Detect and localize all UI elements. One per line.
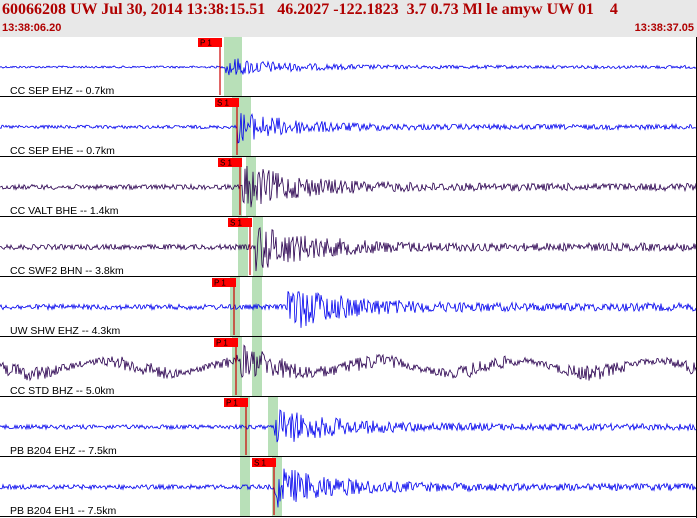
trace-row[interactable]: P 1 UW SHW EHZ -- 4.3km bbox=[0, 277, 697, 337]
waveform bbox=[0, 58, 697, 76]
waveform bbox=[0, 409, 697, 443]
trace-row[interactable]: P 1 PB B204 EHZ -- 7.5km bbox=[0, 397, 697, 457]
waveform bbox=[0, 468, 697, 508]
waveform bbox=[0, 165, 697, 208]
pick-label: S 1 bbox=[217, 99, 230, 108]
trace-row[interactable]: S 1 CC SWF2 BHN -- 3.8km bbox=[0, 217, 697, 277]
pick-label: P 1 bbox=[216, 339, 228, 348]
station-label: CC SEP EHE -- 0.7km bbox=[10, 145, 115, 157]
station-label: PB B204 EH1 -- 7.5km bbox=[10, 505, 116, 517]
trace-row[interactable]: S 1 CC SEP EHE -- 0.7km bbox=[0, 97, 697, 157]
pick-label: P 1 bbox=[200, 39, 212, 48]
station-label: CC STD BHZ -- 5.0km bbox=[10, 385, 115, 397]
pick-label: P 1 bbox=[214, 279, 226, 288]
pick-label: S 1 bbox=[230, 219, 243, 228]
station-label: CC SWF2 BHN -- 3.8km bbox=[10, 265, 124, 277]
waveform bbox=[0, 113, 696, 144]
pick-label: S 1 bbox=[220, 159, 233, 168]
station-label: CC SEP EHZ -- 0.7km bbox=[10, 85, 114, 97]
trace-row[interactable]: S 1 PB B204 EH1 -- 7.5km bbox=[0, 457, 697, 517]
trace-row[interactable]: P 1 CC SEP EHZ -- 0.7km bbox=[0, 37, 697, 97]
station-label: CC VALT BHE -- 1.4km bbox=[10, 205, 119, 217]
waveform bbox=[0, 291, 697, 328]
seismogram-panel[interactable]: P 1 CC SEP EHZ -- 0.7km S 1 CC SEP EHE -- 0… bbox=[0, 37, 697, 518]
station-label: UW SHW EHZ -- 4.3km bbox=[10, 325, 120, 337]
window-start-time: 13:38:06.20 bbox=[2, 22, 62, 34]
trace-row[interactable]: P 1 CC STD BHZ -- 5.0km bbox=[0, 337, 697, 397]
window-end-time: 13:38:37.05 bbox=[634, 22, 694, 34]
pick-window-band bbox=[252, 337, 262, 397]
trace-row[interactable]: S 1 CC VALT BHE -- 1.4km bbox=[0, 157, 697, 217]
event-header: 60066208 UW Jul 30, 2014 13:38:15.51 46.… bbox=[0, 0, 697, 37]
pick-label: S 1 bbox=[254, 459, 267, 468]
waveform bbox=[0, 344, 697, 382]
pick-label: P 1 bbox=[226, 399, 238, 408]
station-label: PB B204 EHZ -- 7.5km bbox=[10, 445, 117, 457]
event-title: 60066208 UW Jul 30, 2014 13:38:15.51 46.… bbox=[2, 1, 618, 18]
